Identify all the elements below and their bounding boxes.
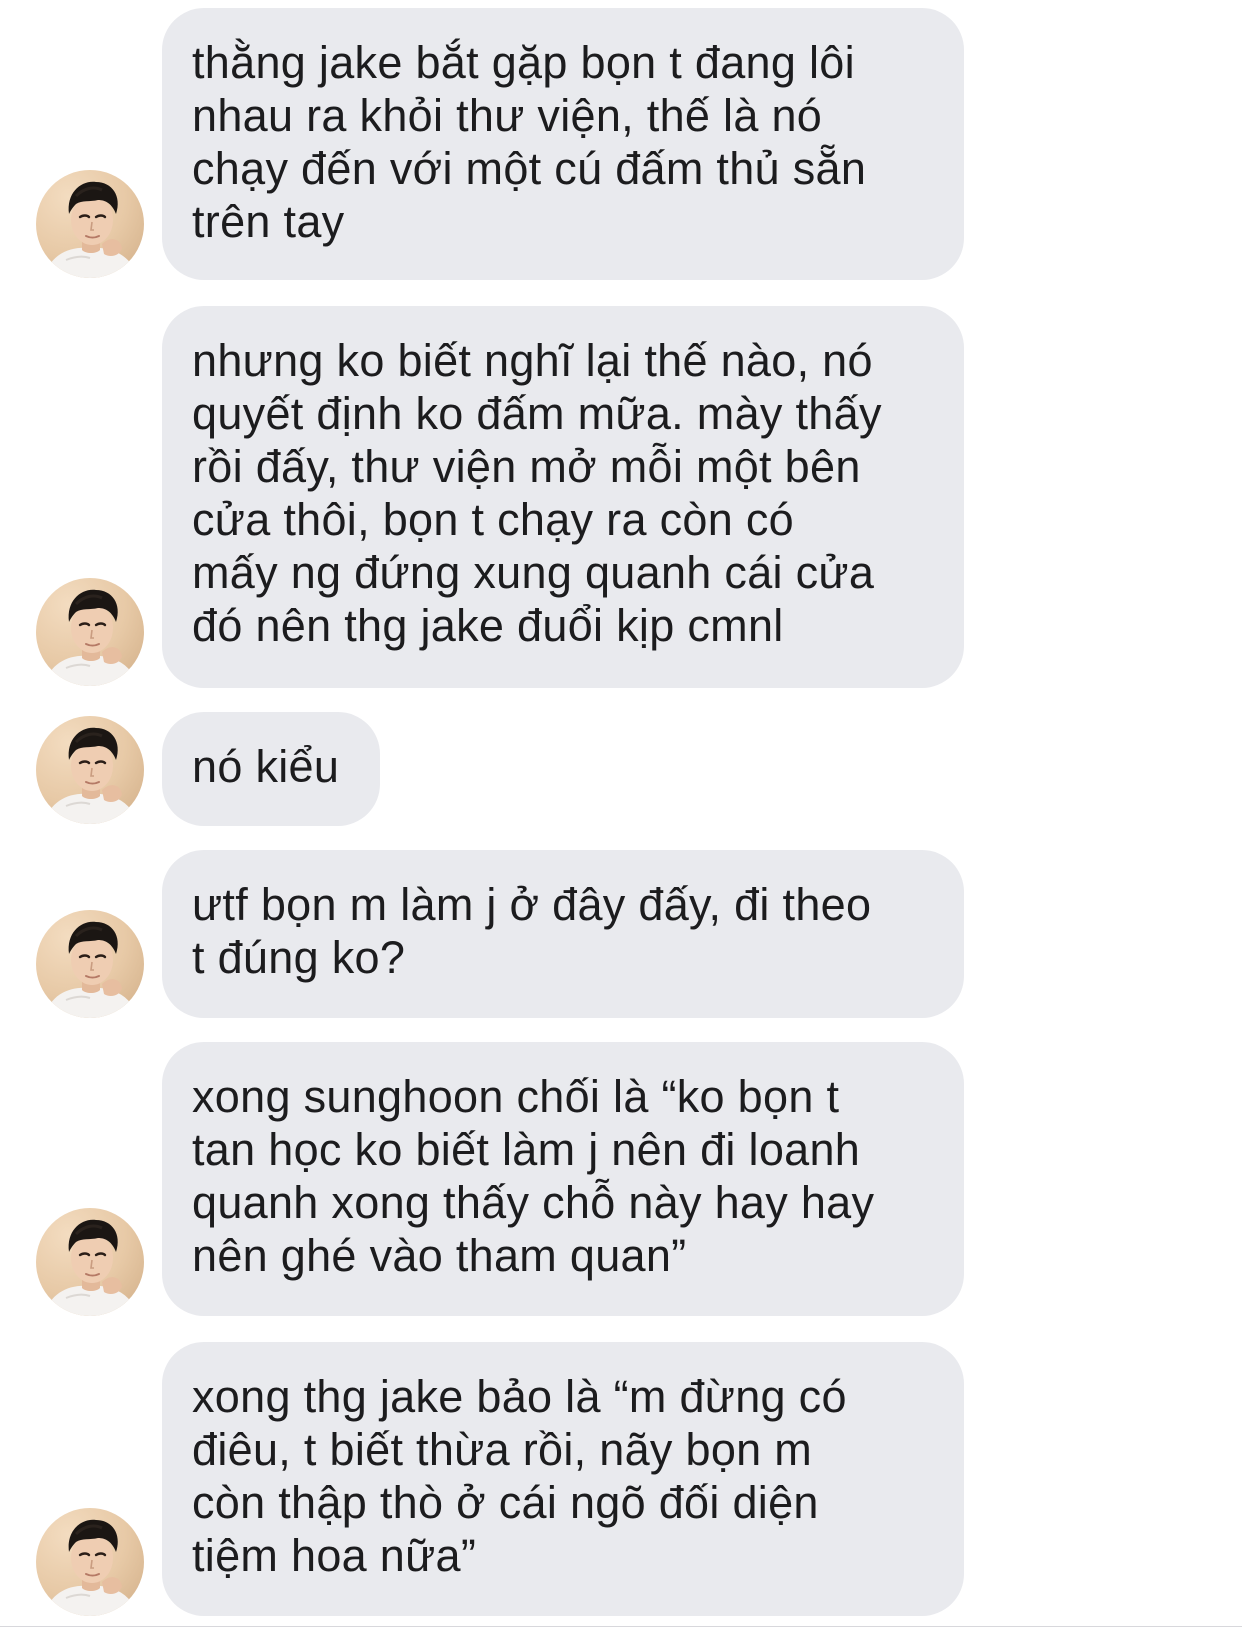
- user-photo-avatar[interactable]: [36, 170, 144, 278]
- user-photo-avatar[interactable]: [36, 578, 144, 686]
- user-photo-avatar[interactable]: [36, 1208, 144, 1316]
- message-bubble[interactable]: xong sunghoon chối là “ko bọn t tan học …: [162, 1042, 964, 1316]
- message-bubble[interactable]: nó kiểu: [162, 712, 380, 826]
- message-bubble[interactable]: nhưng ko biết nghĩ lại thế nào, nó quyết…: [162, 306, 964, 688]
- user-photo-avatar[interactable]: [36, 716, 144, 824]
- user-photo-avatar[interactable]: [36, 910, 144, 1018]
- user-photo-avatar[interactable]: [36, 1508, 144, 1616]
- message-bubble[interactable]: thằng jake bắt gặp bọn t đang lôi nhau r…: [162, 8, 964, 280]
- divider: [0, 1626, 1242, 1627]
- message-bubble[interactable]: ưtf bọn m làm j ở đây đấy, đi theo t đún…: [162, 850, 964, 1018]
- message-bubble[interactable]: xong thg jake bảo là “m đừng có điêu, t …: [162, 1342, 964, 1616]
- message-thread: thằng jake bắt gặp bọn t đang lôi nhau r…: [0, 0, 1242, 1631]
